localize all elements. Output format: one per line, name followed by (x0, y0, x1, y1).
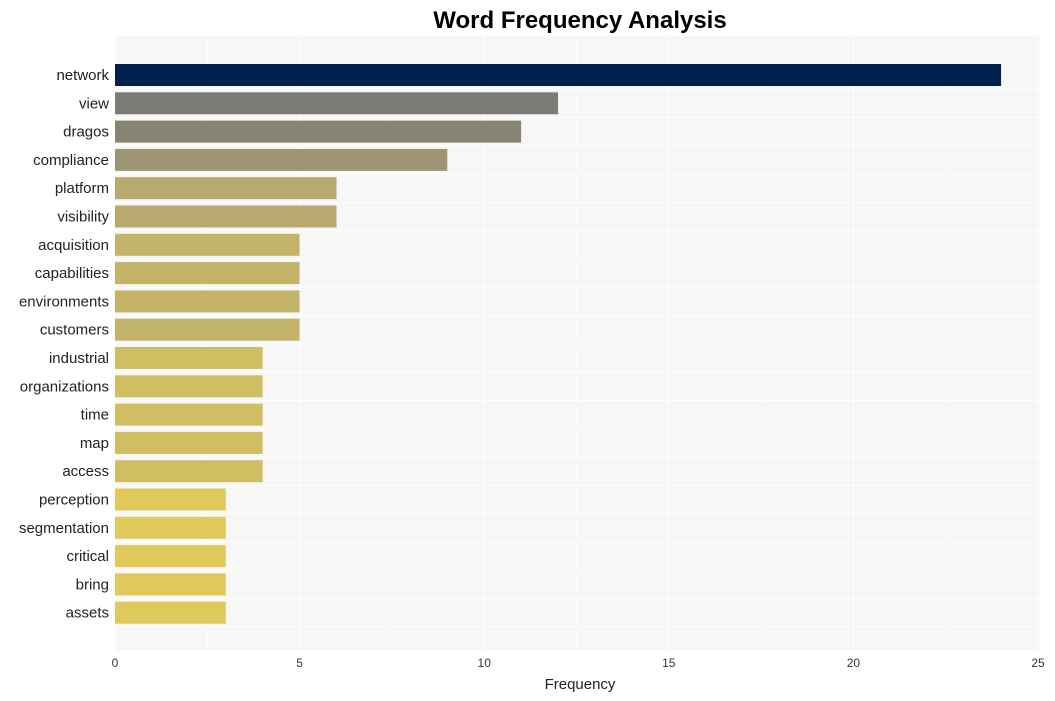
category-label-segmentation: segmentation (19, 520, 109, 537)
category-label-access: access (62, 463, 109, 480)
bar-environments (115, 290, 300, 313)
category-label-perception: perception (39, 492, 109, 509)
bar-dragos (115, 120, 522, 143)
x-tick-15: 15 (662, 656, 676, 670)
bar-assets (115, 601, 226, 624)
category-label-map: map (80, 435, 109, 452)
x-tick-10: 10 (478, 656, 492, 670)
word-frequency-chart: network view dragos compliance platform visib… (19, 7, 1045, 693)
category-label-bring: bring (76, 576, 109, 593)
bar-organizations (115, 375, 263, 398)
x-tick-5: 5 (296, 656, 303, 670)
category-label-time: time (81, 407, 109, 424)
category-label-customers: customers (40, 322, 109, 339)
bar-perception (115, 488, 226, 511)
category-label-view: view (79, 95, 109, 112)
category-label-critical: critical (66, 548, 109, 565)
category-label-compliance: compliance (33, 152, 109, 169)
x-tick-20: 20 (847, 656, 861, 670)
x-tick-25: 25 (1031, 656, 1045, 670)
category-label-assets: assets (66, 605, 109, 622)
bar-acquisition (115, 233, 300, 256)
category-label-industrial: industrial (49, 350, 109, 367)
bar-platform (115, 177, 337, 200)
bar-view (115, 92, 559, 115)
category-label-platform: platform (55, 180, 109, 197)
category-label-visibility: visibility (57, 209, 109, 226)
bar-segmentation (115, 516, 226, 539)
category-label-network: network (56, 67, 109, 84)
bar-visibility (115, 205, 337, 228)
category-label-capabilities: capabilities (35, 265, 109, 282)
bar-access (115, 460, 263, 483)
bar-critical (115, 545, 226, 568)
bar-map (115, 431, 263, 454)
bar-time (115, 403, 263, 426)
bar-industrial (115, 347, 263, 369)
x-tick-0: 0 (112, 656, 119, 670)
bar-capabilities (115, 262, 300, 285)
bar-bring (115, 573, 226, 596)
category-label-dragos: dragos (63, 124, 109, 141)
bar-customers (115, 318, 300, 341)
category-labels: network view dragos compliance platform visib… (19, 67, 110, 622)
bar-network (115, 64, 1002, 86)
x-tick-labels: 0 5 10 15 20 25 (112, 656, 1045, 670)
category-label-acquisition: acquisition (38, 237, 109, 254)
category-label-organizations: organizations (20, 378, 109, 395)
bar-compliance (115, 148, 448, 171)
chart-title: Word Frequency Analysis (433, 7, 726, 34)
x-axis-label: Frequency (545, 676, 616, 693)
category-label-environments: environments (19, 293, 109, 310)
